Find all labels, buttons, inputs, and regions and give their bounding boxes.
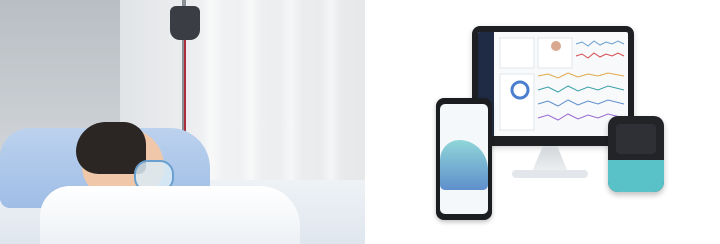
monitor-screen [478,32,628,136]
devices-photo [372,0,720,244]
phone-screen [440,104,488,214]
smartphone [436,98,492,220]
trace-line [575,52,625,59]
trace-line [537,85,625,93]
trace-line [537,99,625,107]
blanket [40,186,300,244]
dashboard-card [499,37,535,69]
monitor-stand [532,146,568,172]
device-screen [616,124,656,154]
monitoring-device [608,116,664,192]
profile-avatar [551,41,561,51]
monitor-base [512,170,588,178]
phone-wave-graphic [440,140,488,190]
hospital-photo [0,0,365,244]
iv-bag [170,6,200,40]
monitor-dashboard-graphic [499,37,625,131]
trace-line [575,40,625,47]
device-base [608,160,664,192]
trace-line [537,72,625,79]
